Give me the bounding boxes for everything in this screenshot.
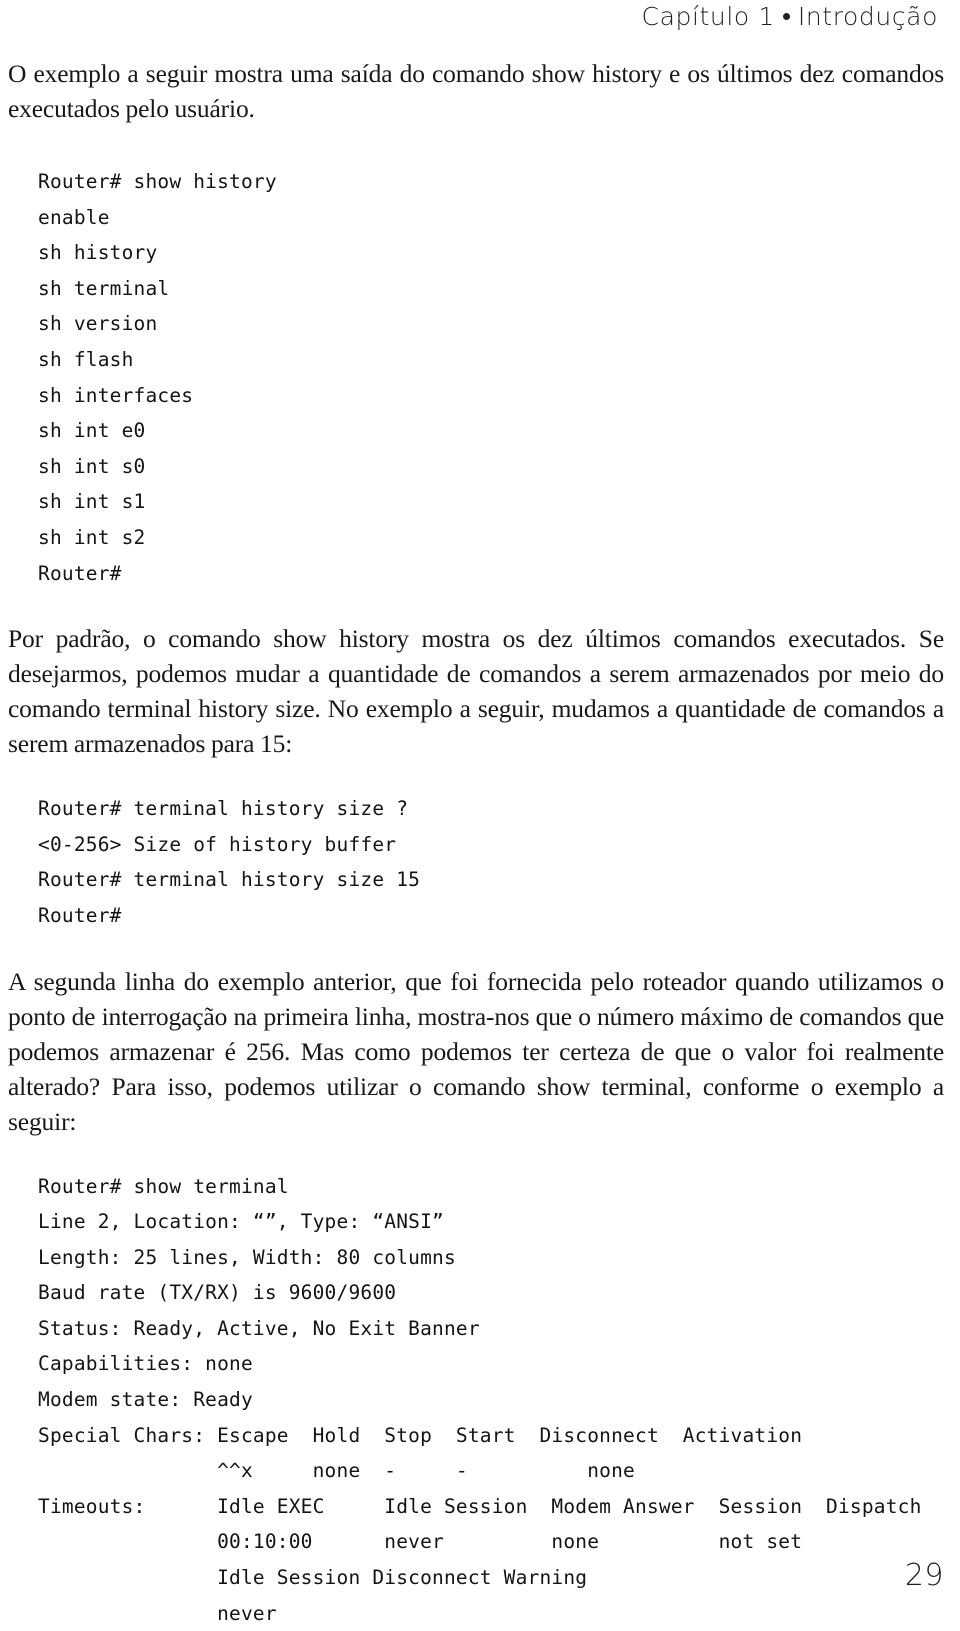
book-page: Capítulo 1 Introdução O exemplo a seguir … <box>0 0 960 1602</box>
page-number: 29 <box>905 1558 944 1594</box>
paragraph-intro: O exemplo a seguir mostra uma saída do c… <box>8 56 944 126</box>
spacer <box>8 934 944 964</box>
paragraph-second-line-explanation: A segunda linha do exemplo anterior, que… <box>8 964 944 1139</box>
console-block-terminal-history-size: Router# terminal history size ? <0-256> … <box>8 791 944 933</box>
console-block-show-history: Router# show history enable sh history s… <box>8 164 944 591</box>
text-column: O exemplo a seguir mostra uma saída do c… <box>8 56 944 1631</box>
spacer <box>8 591 944 621</box>
console-block-show-terminal: Router# show terminal Line 2, Location: … <box>8 1169 944 1631</box>
spacer <box>8 761 944 791</box>
bullet-dot-icon <box>783 13 790 20</box>
running-head-chapter-title: Introdução <box>798 2 938 31</box>
spacer <box>8 126 944 164</box>
paragraph-default-history: Por padrão, o comando show history mostr… <box>8 621 944 761</box>
running-head-chapter-label: Capítulo 1 <box>642 2 775 31</box>
spacer <box>8 1139 944 1169</box>
running-head: Capítulo 1 Introdução <box>0 0 938 34</box>
